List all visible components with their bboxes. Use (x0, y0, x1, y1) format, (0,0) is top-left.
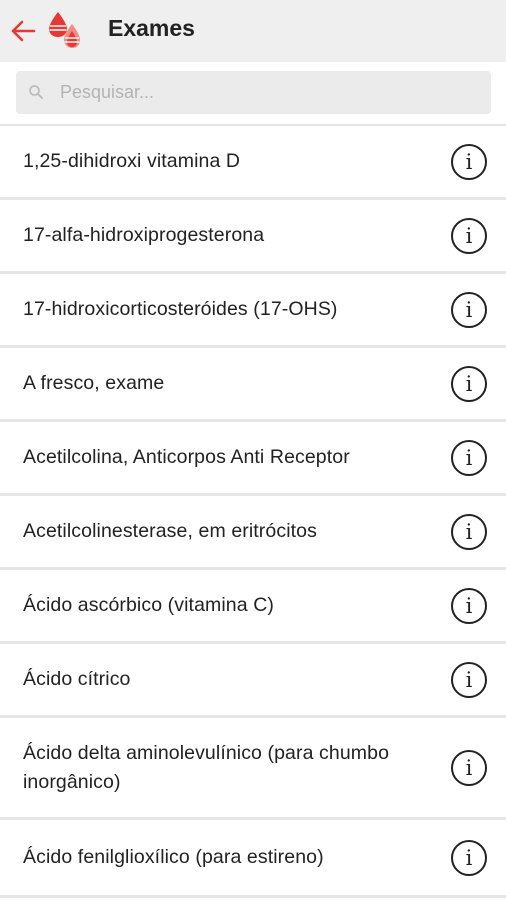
exam-name: 17-hidroxicorticosteróides (17-OHS) (23, 298, 338, 320)
info-button[interactable]: i (451, 661, 487, 698)
info-button[interactable]: i (451, 291, 487, 328)
exam-name: Ácido delta aminolevulínico (para chumbo… (23, 741, 390, 793)
exam-name: 1,25-dihidroxi vitamina D (23, 150, 241, 172)
app-bar: Exames (0, 0, 506, 62)
exam-list-item[interactable]: 17-alfa-hidroxiprogesterona i (0, 200, 506, 274)
exam-name: A fresco, exame (23, 372, 165, 394)
exam-list-item[interactable]: 1,25-dihidroxi vitamina D i (0, 126, 506, 200)
info-circle-icon: i (465, 593, 473, 618)
blood-drops-logo (44, 10, 86, 54)
info-button[interactable]: i (451, 439, 487, 476)
exam-list-item[interactable]: Ácido cítrico i (0, 644, 506, 718)
exam-list-item[interactable]: Ácido ascórbico (vitamina C) i (0, 570, 506, 644)
info-circle-icon: i (465, 755, 473, 780)
search-box[interactable] (16, 71, 491, 114)
info-circle-icon: i (465, 519, 473, 544)
exam-name: Acetilcolinesterase, em eritrócitos (23, 520, 317, 542)
info-button[interactable]: i (451, 749, 487, 786)
info-circle-icon: i (465, 149, 473, 174)
exam-list-item[interactable]: A fresco, exame i (0, 348, 506, 422)
exam-name: Acetilcolina, Anticorpos Anti Receptor (23, 446, 350, 468)
exam-name: Ácido cítrico (23, 668, 131, 690)
info-circle-icon: i (465, 445, 473, 470)
exam-name: Ácido ascórbico (vitamina C) (23, 594, 274, 616)
info-button[interactable]: i (451, 143, 487, 180)
info-circle-icon: i (465, 223, 473, 248)
info-button[interactable]: i (451, 217, 487, 254)
search-icon (29, 85, 43, 99)
exam-list: 1,25-dihidroxi vitamina Di 17-alfa-hidrox… (0, 124, 506, 898)
exam-list-item[interactable]: Ácido fenilglioxílico (para estireno) i (0, 820, 506, 898)
arrow-left-icon (11, 20, 36, 42)
exam-list-item[interactable]: Acetilcolinesterase, em eritrócitos i (0, 496, 506, 570)
page-title: Exames (108, 15, 195, 41)
info-button[interactable]: i (451, 587, 487, 624)
info-circle-icon: i (465, 667, 473, 692)
back-button[interactable] (8, 17, 38, 45)
exam-list-item[interactable]: Ácido delta aminolevulínico (para chumbo… (0, 718, 506, 820)
info-button[interactable]: i (451, 839, 487, 876)
info-circle-icon: i (465, 371, 473, 396)
exam-list-item[interactable]: Acetilcolina, Anticorpos Anti Receptor i (0, 422, 506, 496)
info-button[interactable]: i (451, 365, 487, 402)
info-circle-icon: i (465, 845, 473, 870)
info-button[interactable]: i (451, 513, 487, 550)
exam-list-item[interactable]: 17-hidroxicorticosteróides (17-OHS) i (0, 274, 506, 348)
exam-name: 17-alfa-hidroxiprogesterona (23, 224, 265, 246)
exam-name: Ácido fenilglioxílico (para estireno) (23, 846, 324, 868)
info-circle-icon: i (465, 297, 473, 322)
search-input[interactable] (60, 71, 480, 114)
search-bar (0, 62, 506, 124)
